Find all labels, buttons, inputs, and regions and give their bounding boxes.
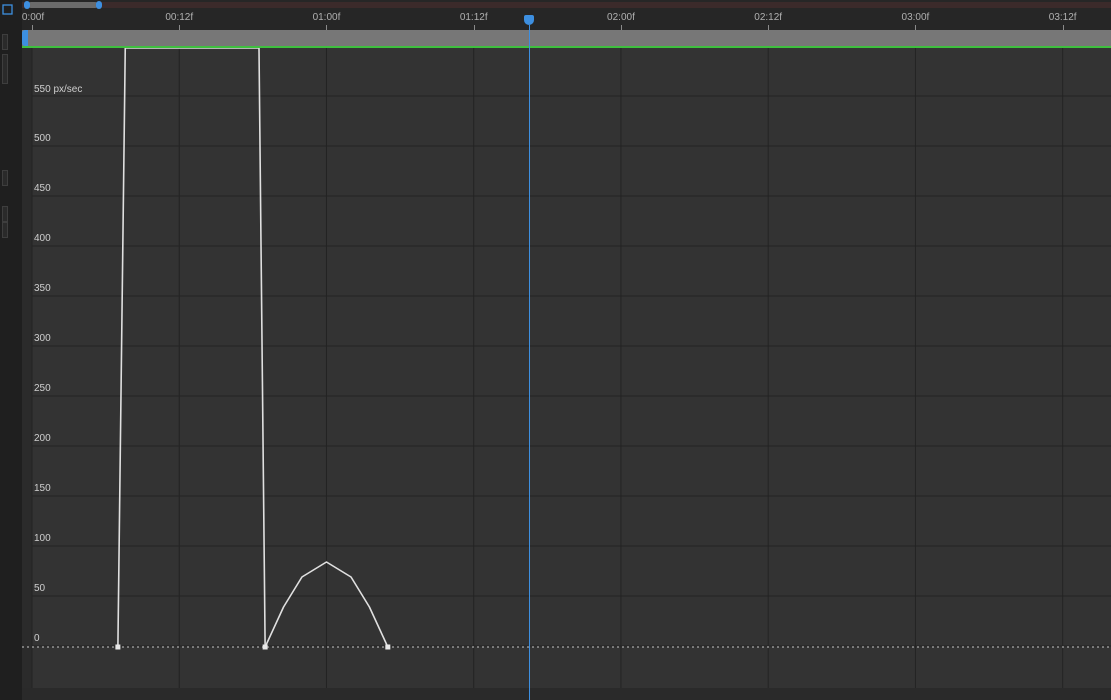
left-tool-button[interactable] — [2, 34, 8, 50]
time-ruler-label: 01:00f — [312, 12, 341, 23]
left-tool-button[interactable] — [2, 170, 8, 186]
keyframe-marker[interactable] — [385, 644, 391, 650]
work-area-range-bar[interactable] — [22, 30, 1111, 46]
y-axis-label: 50 — [34, 583, 46, 594]
y-axis-label: 150 — [34, 483, 51, 494]
speed-graph[interactable] — [22, 48, 1111, 700]
time-ruler-label: 02:00f — [607, 12, 635, 23]
y-axis-label: 350 — [34, 283, 51, 294]
time-navigator[interactable] — [22, 0, 1111, 12]
graph-editor[interactable]: 550 px/sec 500 450 400 350 300 250 200 150 100 50… — [22, 48, 1111, 700]
y-axis-unit-label: 550 px/sec — [34, 84, 83, 95]
graph-left-margin — [22, 48, 32, 700]
work-area-start-handle[interactable] — [22, 30, 28, 46]
y-axis-label: 200 — [34, 433, 51, 444]
work-area-bar — [22, 2, 1111, 8]
current-time-indicator-head[interactable] — [523, 15, 534, 25]
current-time-indicator[interactable] — [528, 25, 530, 700]
time-ruler[interactable]: 0:00f 00:12f 01:00f 01:12f 02:00f 02:12f 03:00… — [22, 12, 1111, 30]
y-axis-label: 450 — [34, 183, 51, 194]
y-axis-label: 0 — [34, 633, 40, 644]
navigator-start-handle[interactable] — [24, 1, 30, 9]
time-ruler-label: 03:00f — [901, 12, 930, 23]
time-ruler-label: 02:12f — [754, 12, 783, 23]
time-ruler-label: 00:12f — [165, 12, 194, 23]
y-axis-label: 250 — [34, 383, 51, 394]
left-tool-button[interactable] — [2, 222, 8, 238]
y-axis-label: 100 — [34, 533, 51, 544]
keyframe-marker[interactable] — [115, 644, 121, 650]
speed-curve — [117, 48, 266, 648]
keyframe-marker[interactable] — [262, 644, 268, 650]
time-navigator-range[interactable] — [28, 2, 98, 8]
graph-editor-bottom-toolbar — [22, 688, 1111, 700]
left-tool-button[interactable] — [2, 206, 8, 222]
y-axis-label: 300 — [34, 333, 51, 344]
graph-editor-icon[interactable] — [2, 4, 14, 16]
y-axis-label: 500 — [34, 133, 51, 144]
left-tool-button[interactable] — [2, 54, 8, 84]
time-ruler-label: 01:12f — [459, 12, 488, 23]
left-toolbar-strip — [0, 0, 22, 700]
time-ruler-label: 03:12f — [1048, 12, 1077, 23]
navigator-end-handle[interactable] — [96, 1, 102, 9]
time-ruler-label: 0:00f — [21, 12, 45, 23]
y-axis-label: 400 — [34, 233, 51, 244]
